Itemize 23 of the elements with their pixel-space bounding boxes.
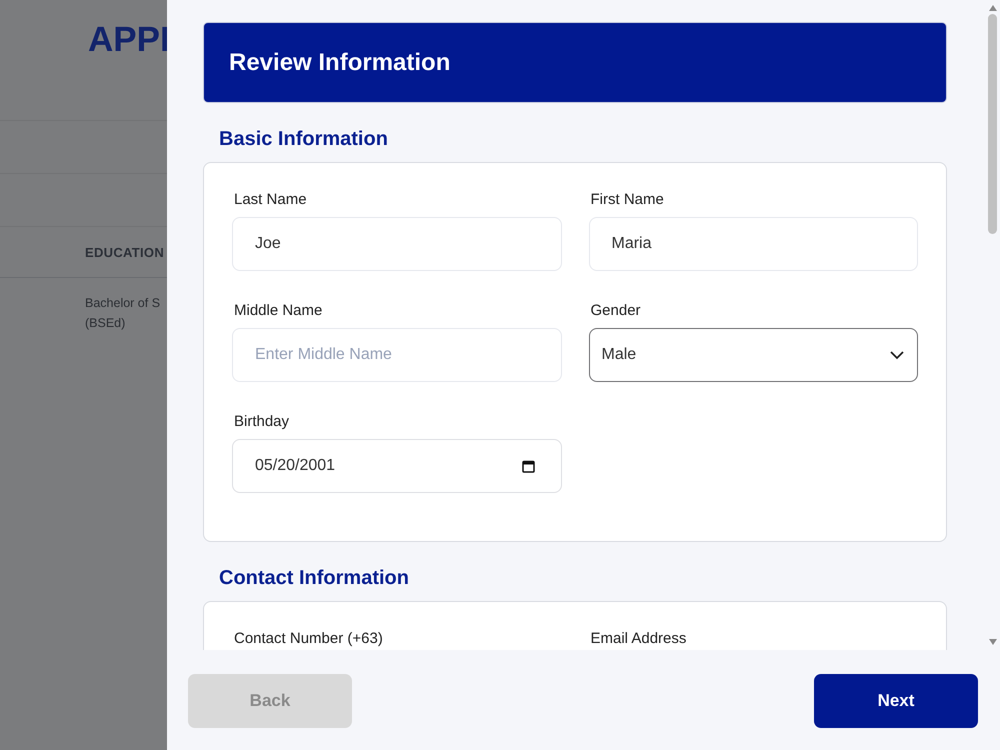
panel-title: Review Information [229,48,450,76]
calendar-icon [522,460,534,472]
text-field[interactable]: Maria [588,217,918,271]
field-label: Last Name [233,191,308,208]
scroll-down-icon[interactable] [988,638,998,646]
column-header: EDUCATION [85,244,164,260]
field-label: Birthday [233,413,290,430]
field-label: First Name [590,191,665,208]
date-field[interactable]: 05/20/2001 [232,439,562,493]
scroll-up-icon[interactable] [988,4,998,12]
nav-button[interactable]: Next [814,674,978,728]
field-label: Contact Number (+63) [233,630,384,647]
scrollbar-thumb[interactable] [988,14,997,234]
text-field[interactable]: Enter Middle Name [232,328,562,382]
section-title: Contact Information [219,567,410,590]
field-label: Gender [590,302,642,319]
chevron-down-icon [889,350,905,360]
field-label: Middle Name [233,302,324,319]
dropdown[interactable]: Male [588,328,918,382]
table-cell: Bachelor of S (BSEd) [85,296,160,330]
field-label: Email Address [590,630,688,647]
section-title: Basic Information [219,128,389,151]
text-field[interactable]: Joe [232,217,562,271]
